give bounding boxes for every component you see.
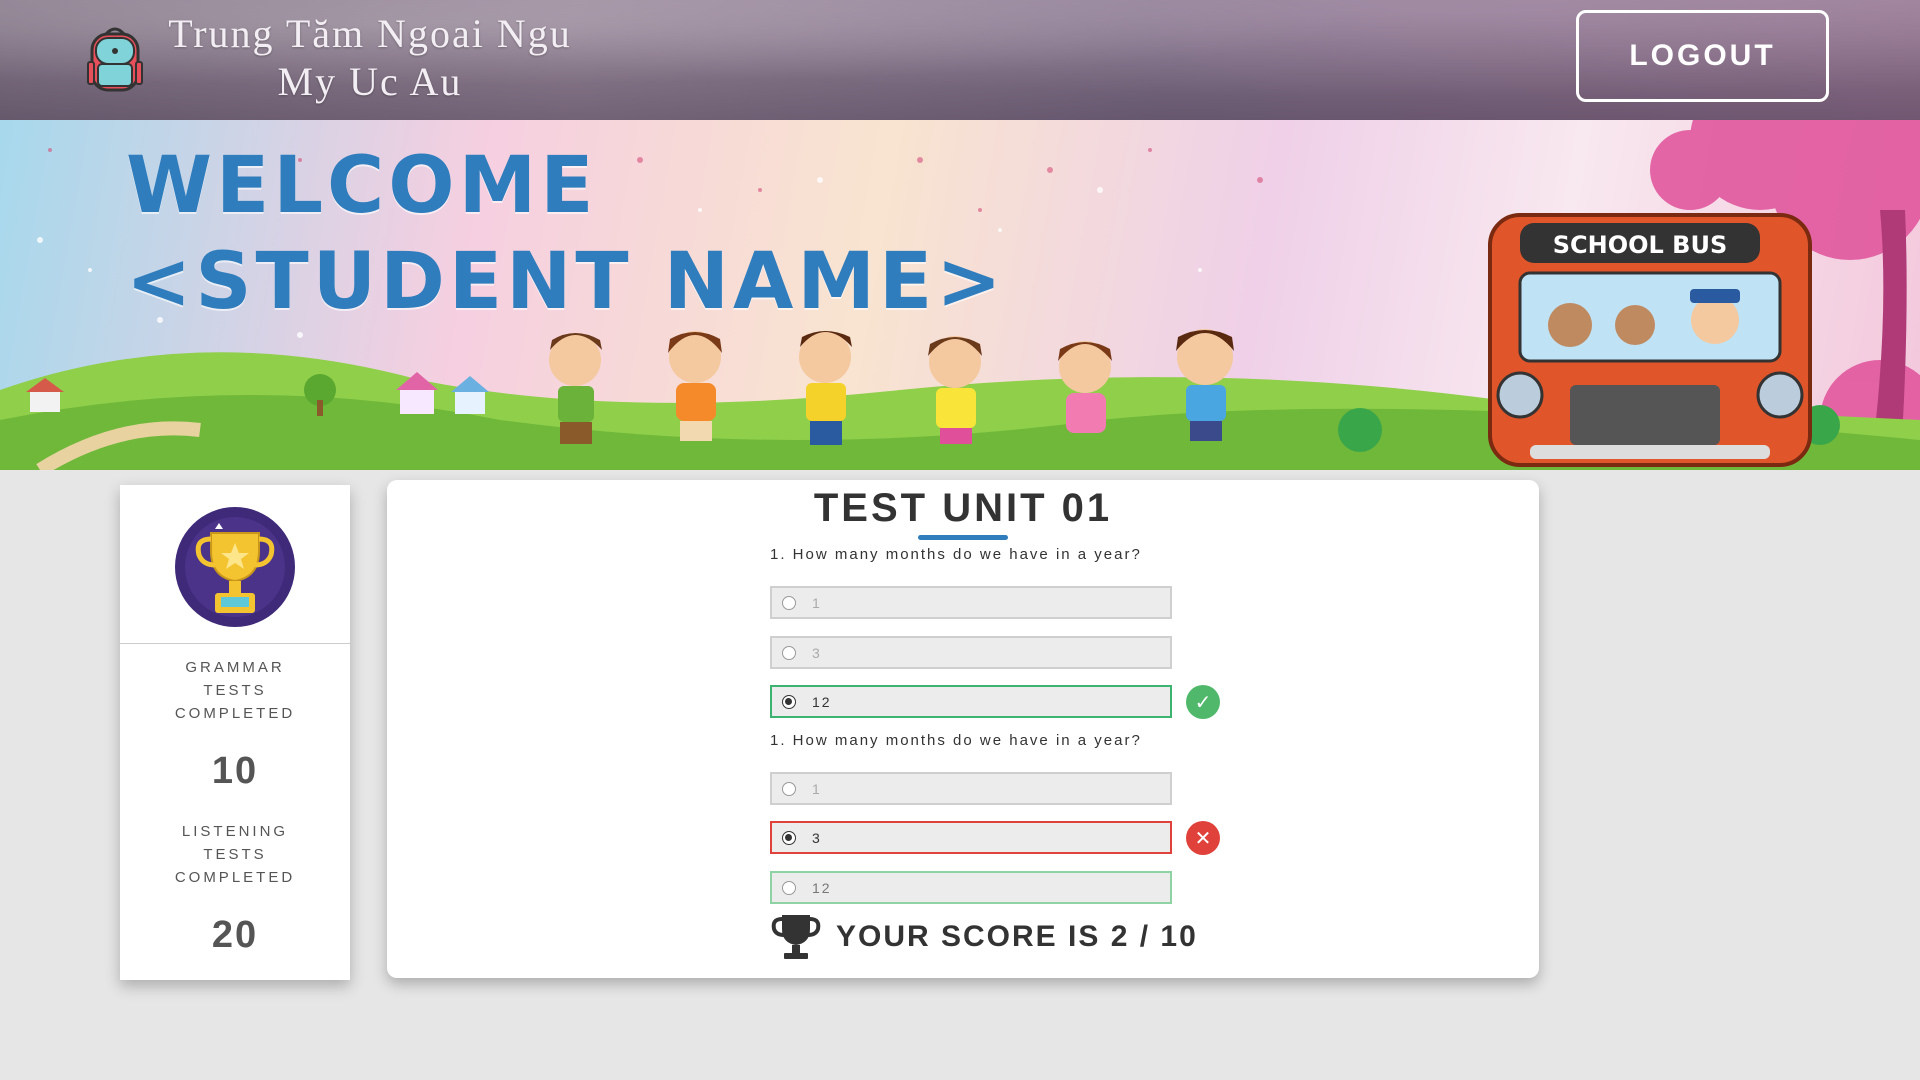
brand-line1: Trung Tăm Ngoai Ngu: [168, 11, 572, 56]
test-title: TEST UNIT 01: [813, 486, 1113, 530]
option-label: 12: [812, 693, 832, 710]
close-icon: ✕: [1186, 821, 1220, 855]
stats-card: GRAMMAR TESTS COMPLETED 10 LISTENING TES…: [120, 485, 350, 980]
radio-button[interactable]: [782, 645, 796, 660]
brand-name: Trung Tăm Ngoai Ngu My Uc Au: [150, 10, 590, 106]
listening-tests-value: 20: [211, 914, 259, 956]
brand-line2: My Uc Au: [277, 59, 463, 104]
q1-option-2[interactable]: 3: [770, 636, 1172, 669]
score-row: YOUR SCORE IS 2 / 10: [770, 912, 1198, 962]
welcome-line2: <STUDENT NAME>: [126, 237, 1006, 327]
trophy-icon: [771, 915, 821, 959]
option-label: 3: [812, 829, 822, 846]
logout-button[interactable]: LOGOUT: [1576, 10, 1829, 102]
q1-option-3[interactable]: 12: [770, 685, 1172, 718]
grammar-tests-value: 10: [211, 750, 259, 792]
trophy-icon: [175, 507, 295, 627]
bus-sign: SCHOOL BUS: [1553, 231, 1728, 259]
option-label: 1: [812, 594, 822, 611]
welcome-message: WELCOME <STUDENT NAME>: [126, 138, 1006, 330]
check-icon: ✓: [1186, 685, 1220, 719]
radio-button[interactable]: [782, 595, 796, 610]
q2-option-2[interactable]: 3: [770, 821, 1172, 854]
radio-button-checked[interactable]: [782, 694, 796, 709]
title-underline: [918, 535, 1008, 540]
radio-button[interactable]: [782, 781, 796, 796]
question-1: 1. How many months do we have in a year?: [770, 546, 1142, 563]
top-header: Trung Tăm Ngoai Ngu My Uc Au LOGOUT: [0, 0, 1920, 120]
radio-button[interactable]: [782, 880, 796, 895]
question-2: 1. How many months do we have in a year?: [770, 732, 1142, 749]
score-text: YOUR SCORE IS 2 / 10: [836, 920, 1198, 953]
backpack-icon: [87, 27, 143, 92]
option-label: 3: [812, 644, 822, 661]
option-label: 1: [812, 780, 822, 797]
q1-option-1[interactable]: 1: [770, 586, 1172, 619]
stats-divider: [120, 643, 350, 644]
grammar-tests-label: GRAMMAR TESTS COMPLETED: [174, 659, 296, 722]
listening-tests-label: LISTENING TESTS COMPLETED: [174, 823, 296, 886]
test-card: TEST UNIT 01 1. How many months do we ha…: [387, 480, 1539, 978]
q2-option-1[interactable]: 1: [770, 772, 1172, 805]
option-label: 12: [812, 879, 832, 896]
welcome-banner: SCHOOL BUS WELCOME <STUDENT NAME>: [0, 120, 1920, 470]
welcome-line1: WELCOME: [126, 141, 598, 231]
q2-option-3[interactable]: 12: [770, 871, 1172, 904]
radio-button-checked[interactable]: [782, 830, 796, 845]
